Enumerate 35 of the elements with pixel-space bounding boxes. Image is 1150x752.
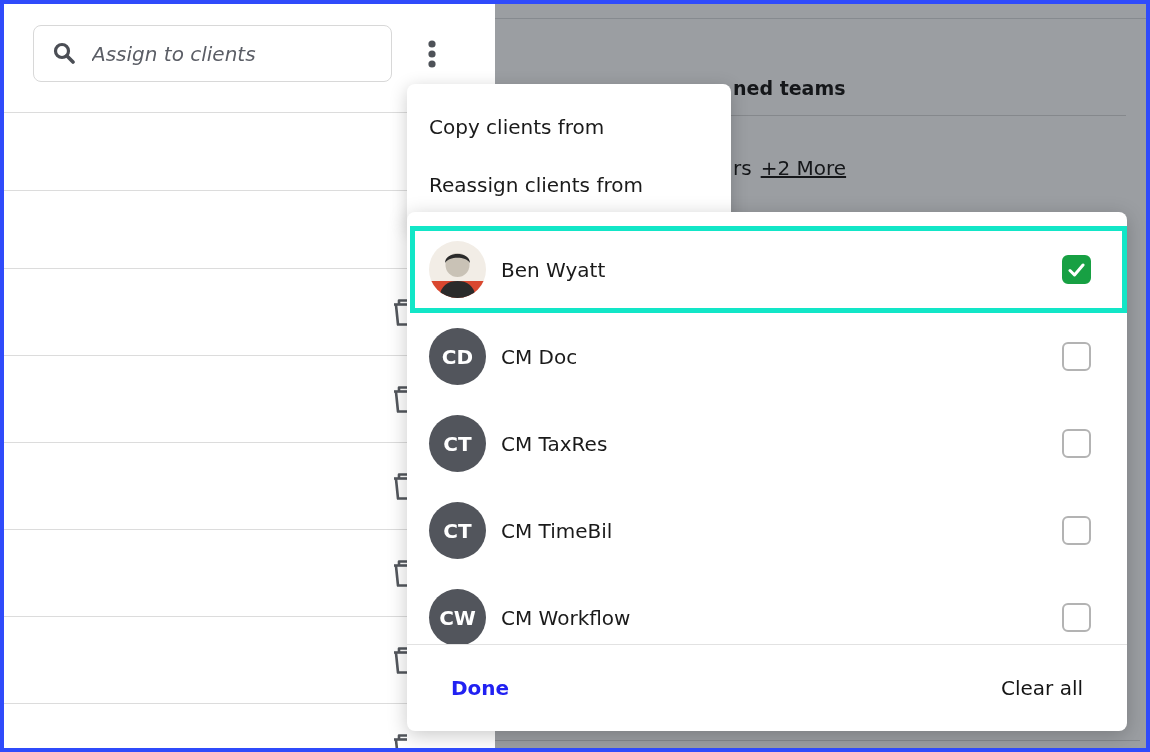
clear-button[interactable]: Clear all — [1000, 672, 1083, 704]
initials-avatar: CT — [429, 415, 486, 472]
initials-avatar: CT — [429, 502, 486, 559]
client-name: CM TimeBil — [501, 518, 613, 543]
checkbox[interactable] — [1062, 255, 1091, 284]
menu-item[interactable]: Reassign clients from — [407, 156, 731, 214]
client-name: CM TaxRes — [501, 431, 608, 456]
initials-avatar: CW — [429, 589, 486, 644]
search-icon — [53, 42, 75, 64]
checkbox[interactable] — [1062, 429, 1091, 458]
checkbox[interactable] — [1062, 516, 1091, 545]
client-name: CM Doc — [501, 344, 578, 369]
menu-item[interactable]: Copy clients from — [407, 98, 731, 156]
trash-icon[interactable] — [393, 385, 407, 413]
client-option[interactable]: Ben Wyatt — [410, 226, 1127, 313]
checkbox[interactable] — [1062, 342, 1091, 371]
members-text: rs — [733, 155, 752, 181]
checkbox[interactable] — [1062, 603, 1091, 632]
trash-icon[interactable] — [393, 559, 407, 587]
initials-avatar: CD — [429, 328, 486, 385]
avatar-icon — [429, 241, 486, 298]
client-option[interactable]: CT CM TimeBil — [410, 487, 1127, 574]
trash-icon[interactable] — [393, 298, 407, 326]
section-heading: ned teams — [733, 76, 846, 100]
more-link[interactable]: +2 More — [760, 155, 847, 181]
client-name: Ben Wyatt — [501, 257, 606, 282]
client-option[interactable]: CT CM TaxRes — [410, 400, 1127, 487]
check-icon — [1068, 262, 1085, 277]
client-option[interactable]: CW CM Workflow — [410, 574, 1127, 644]
more-vertical-icon — [428, 39, 436, 68]
done-button[interactable]: Done — [451, 672, 510, 704]
trash-icon[interactable] — [393, 646, 407, 674]
client-name: CM Workflow — [501, 605, 631, 630]
client-option[interactable]: CD CM Doc — [410, 313, 1127, 400]
trash-icon[interactable] — [393, 472, 407, 500]
